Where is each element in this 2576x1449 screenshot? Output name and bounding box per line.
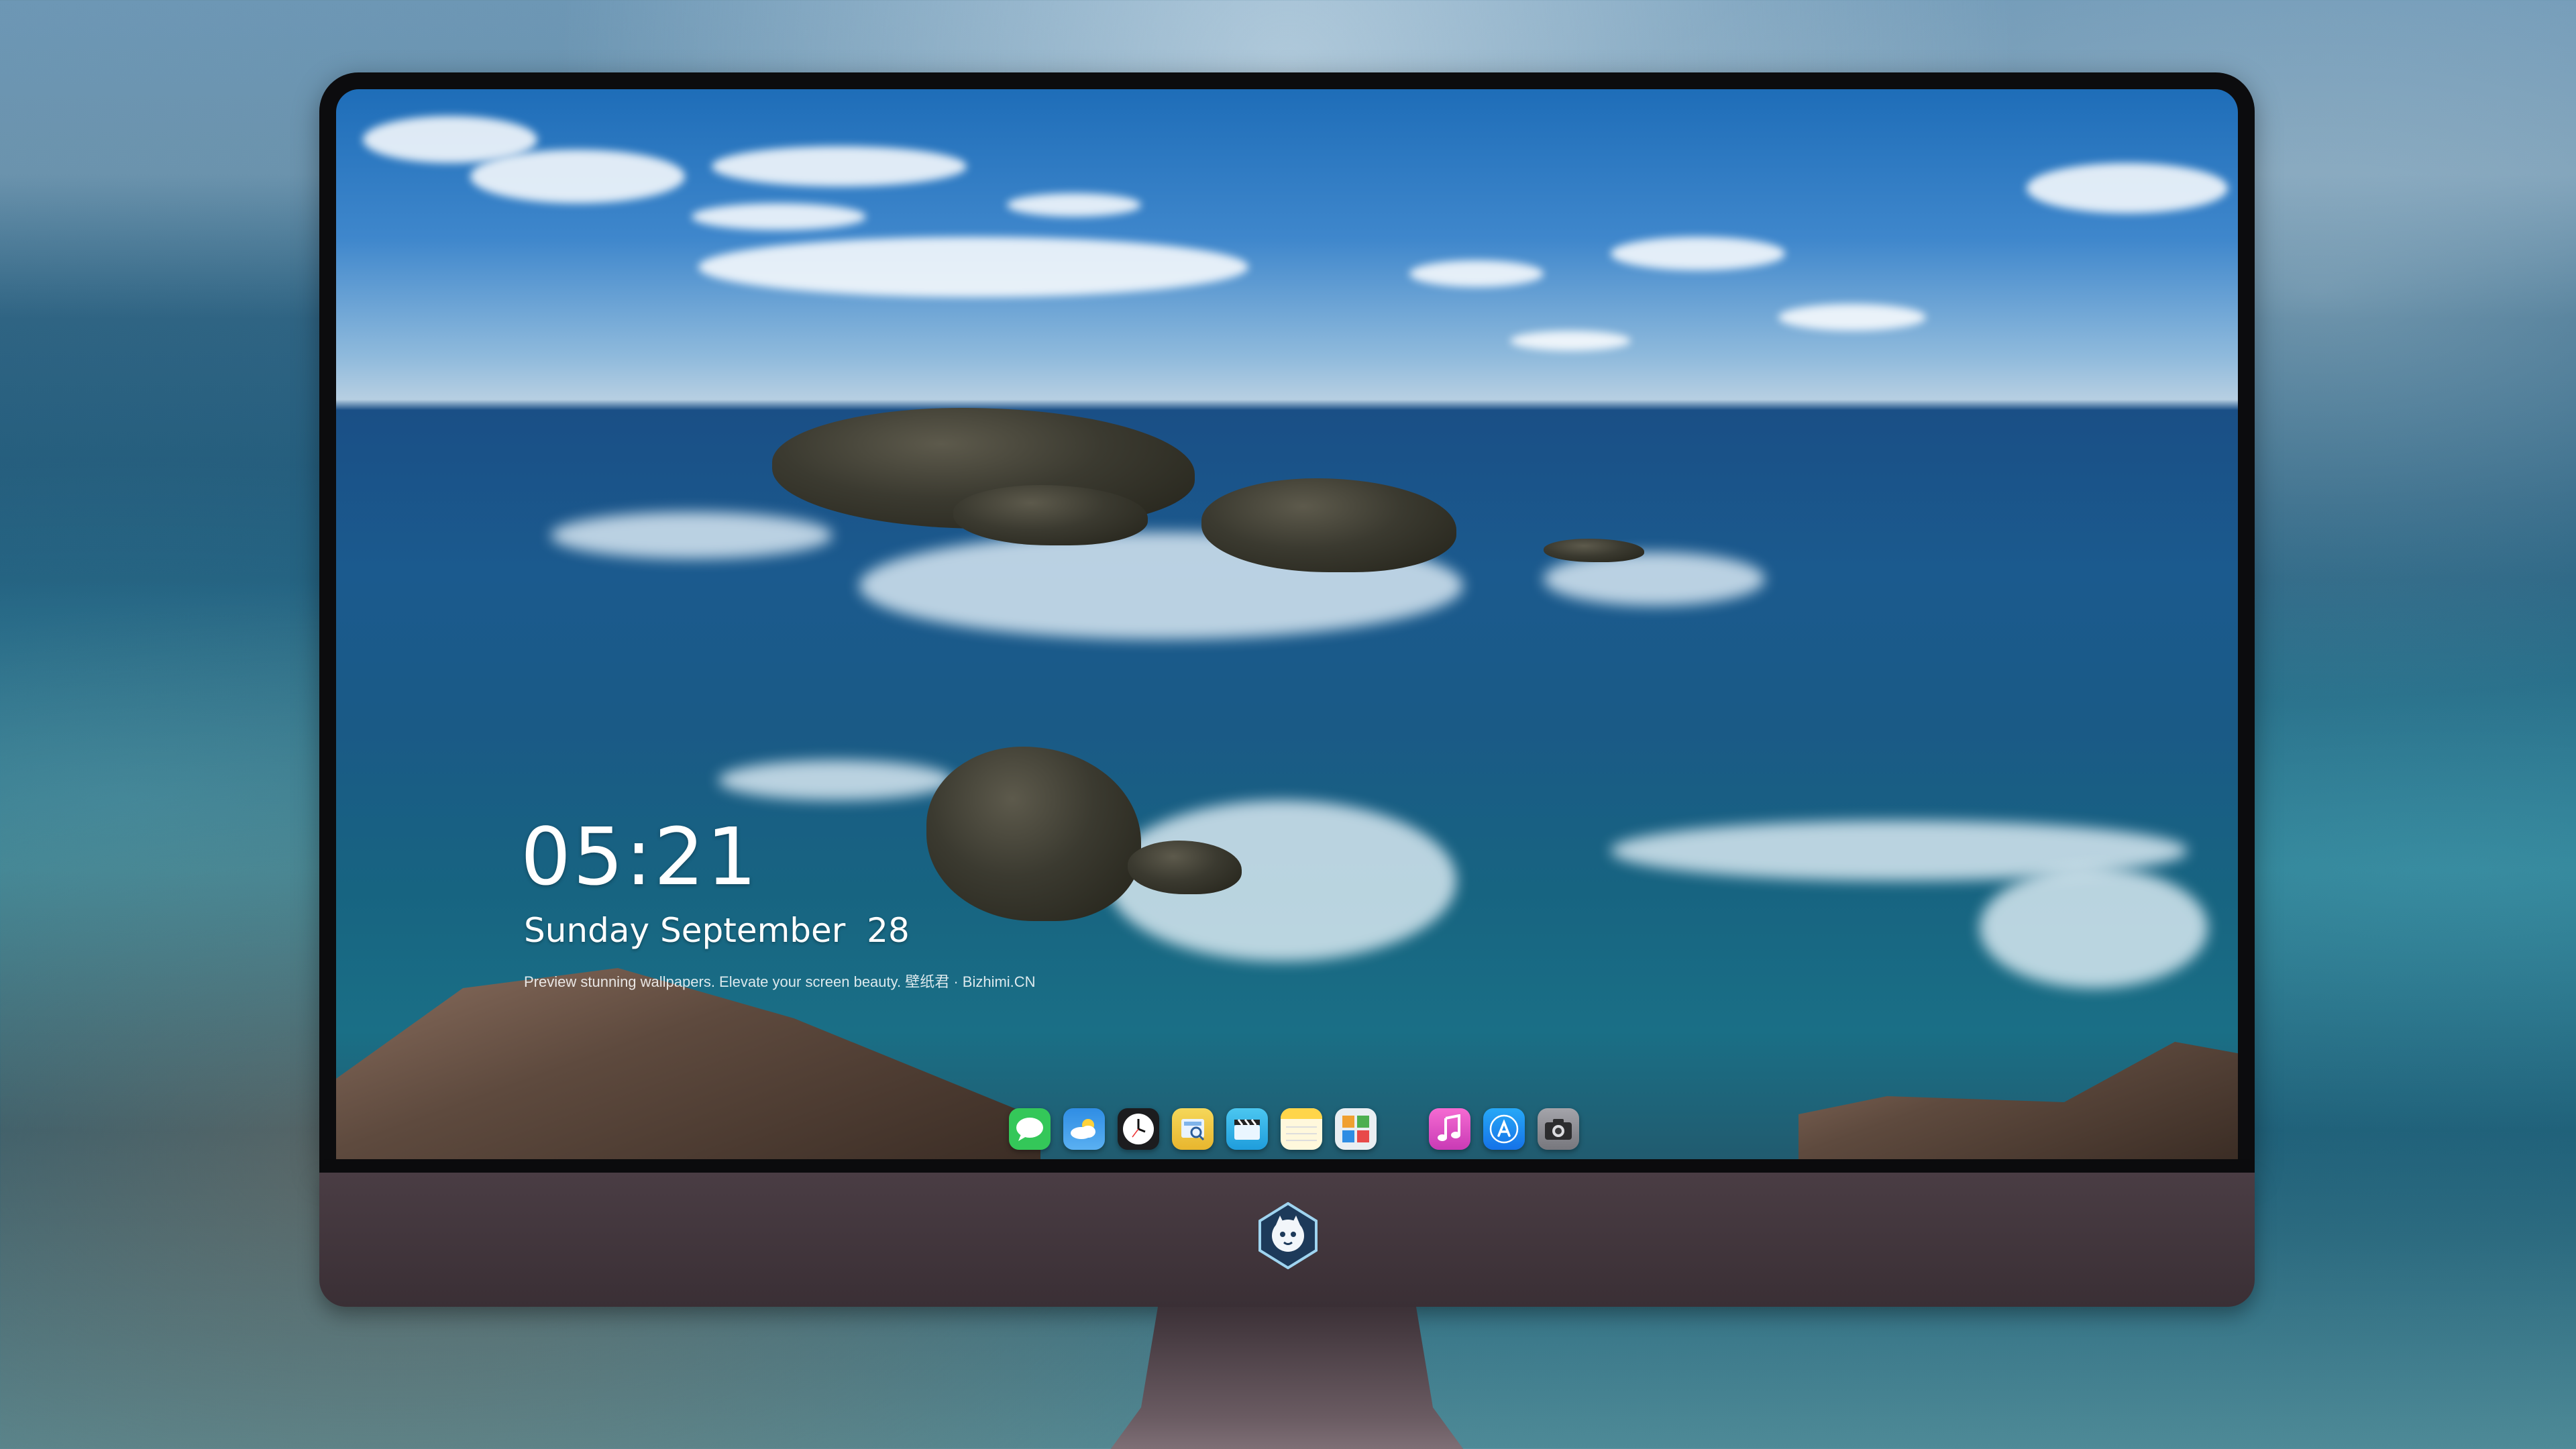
weather-icon[interactable] bbox=[1063, 1108, 1105, 1150]
cloud bbox=[1409, 260, 1544, 287]
cloud bbox=[712, 146, 967, 186]
music-icon[interactable] bbox=[1429, 1108, 1470, 1150]
cloud bbox=[692, 203, 866, 230]
cloud bbox=[1007, 193, 1141, 217]
monitor: 05:21 Sunday September 28 Preview stunni… bbox=[319, 72, 2255, 1449]
wave-foam bbox=[551, 512, 833, 559]
messages-icon[interactable] bbox=[1009, 1108, 1051, 1150]
cloud bbox=[2027, 163, 2228, 213]
monitor-stand bbox=[1077, 1307, 1497, 1449]
wallpaper-caption: Preview stunning wallpapers. Elevate you… bbox=[524, 973, 1036, 990]
foreground-cliff bbox=[336, 968, 1040, 1159]
lockscreen-date: Sunday September 28 bbox=[524, 911, 910, 950]
clips-icon[interactable] bbox=[1226, 1108, 1268, 1150]
lockscreen-time: 05:21 bbox=[521, 810, 759, 903]
wave-foam bbox=[718, 760, 953, 800]
cloud bbox=[1510, 331, 1631, 351]
dock bbox=[1009, 1099, 1579, 1159]
monitor-bezel: 05:21 Sunday September 28 Preview stunni… bbox=[319, 72, 2255, 1173]
cloud bbox=[1778, 304, 1926, 331]
foreground-cliff bbox=[1799, 1042, 2238, 1159]
rock-island bbox=[1544, 539, 1644, 562]
app-store-icon[interactable] bbox=[1483, 1108, 1525, 1150]
photo-booth-icon[interactable] bbox=[1335, 1108, 1377, 1150]
desktop-screen[interactable]: 05:21 Sunday September 28 Preview stunni… bbox=[336, 89, 2238, 1159]
cloud bbox=[470, 150, 685, 203]
cloud bbox=[1611, 237, 1785, 270]
notes-icon[interactable] bbox=[1281, 1108, 1322, 1150]
clock-icon[interactable] bbox=[1118, 1108, 1159, 1150]
rock-island bbox=[926, 747, 1141, 921]
wave-foam bbox=[1980, 867, 2208, 988]
camera-icon[interactable] bbox=[1538, 1108, 1579, 1150]
cloud bbox=[698, 237, 1248, 297]
brand-logo bbox=[1257, 1201, 1319, 1270]
rock-island bbox=[1201, 478, 1456, 572]
preview-icon[interactable] bbox=[1172, 1108, 1214, 1150]
